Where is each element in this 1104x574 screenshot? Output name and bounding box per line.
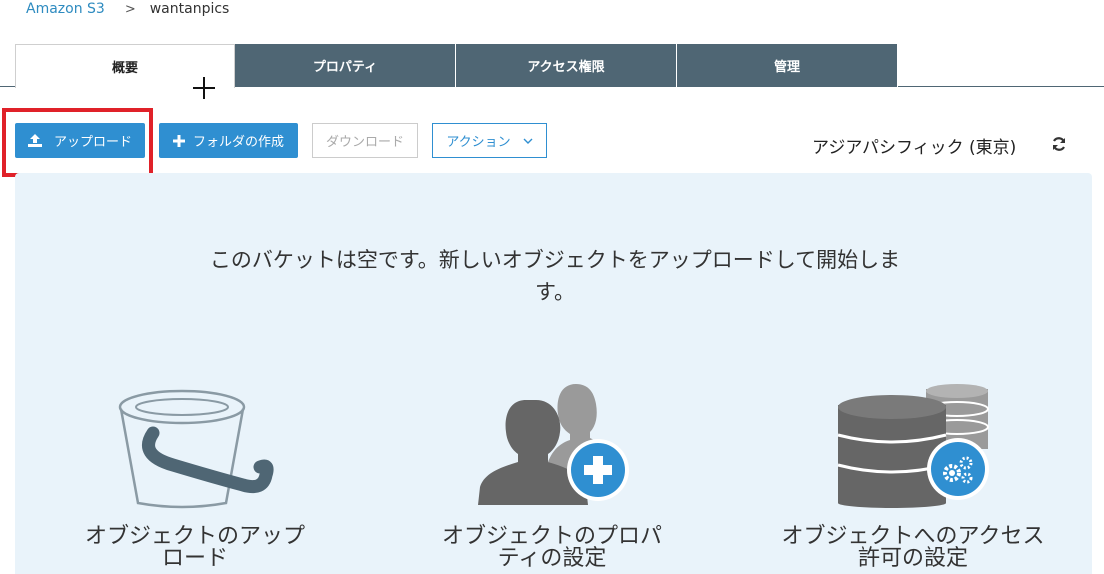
- breadcrumb-separator: >: [124, 1, 136, 17]
- breadcrumb-current-bucket: wantanpics: [149, 1, 230, 17]
- upload-icon: [27, 134, 42, 147]
- tab-properties[interactable]: プロパティ: [235, 44, 456, 87]
- feature-properties-label: オブジェクトのプロパティの設定: [441, 524, 662, 571]
- tab-underline-left: [0, 86, 15, 87]
- plus-icon: [172, 134, 185, 147]
- breadcrumb-amazon-s3-link[interactable]: Amazon S3: [26, 1, 105, 17]
- empty-bucket-message: このバケットは空です。新しいオブジェクトをアップロードして開始します。: [209, 248, 901, 304]
- bucket-icon: [118, 389, 274, 509]
- refresh-icon[interactable]: [1051, 136, 1067, 152]
- tab-management[interactable]: 管理: [677, 44, 898, 87]
- feature-upload-label: オブジェクトのアップロード: [84, 524, 305, 571]
- download-button[interactable]: ダウンロード: [312, 123, 418, 158]
- upload-button-label: アップロード: [53, 135, 132, 150]
- actions-dropdown[interactable]: アクション: [432, 123, 547, 158]
- users-add-icon: [478, 384, 629, 505]
- empty-state-panel: [15, 173, 1092, 574]
- crosshair-cursor-icon: [193, 77, 215, 99]
- feature-permissions-label: オブジェクトへのアクセス許可の設定: [781, 524, 1045, 571]
- breadcrumb: Amazon S3 > wantanpics: [26, 0, 229, 18]
- database-gear-icon: [837, 384, 989, 508]
- actions-dropdown-label: アクション: [446, 135, 511, 150]
- tab-bar: 概要 プロパティ アクセス権限 管理: [15, 44, 898, 88]
- chevron-down-icon: [523, 138, 533, 144]
- create-folder-button[interactable]: フォルダの作成: [159, 123, 298, 158]
- upload-button[interactable]: アップロード: [15, 123, 145, 158]
- region-label: アジアパシフィック (東京): [812, 138, 1017, 158]
- tab-permissions[interactable]: アクセス権限: [456, 44, 677, 87]
- create-folder-button-label: フォルダの作成: [192, 135, 284, 150]
